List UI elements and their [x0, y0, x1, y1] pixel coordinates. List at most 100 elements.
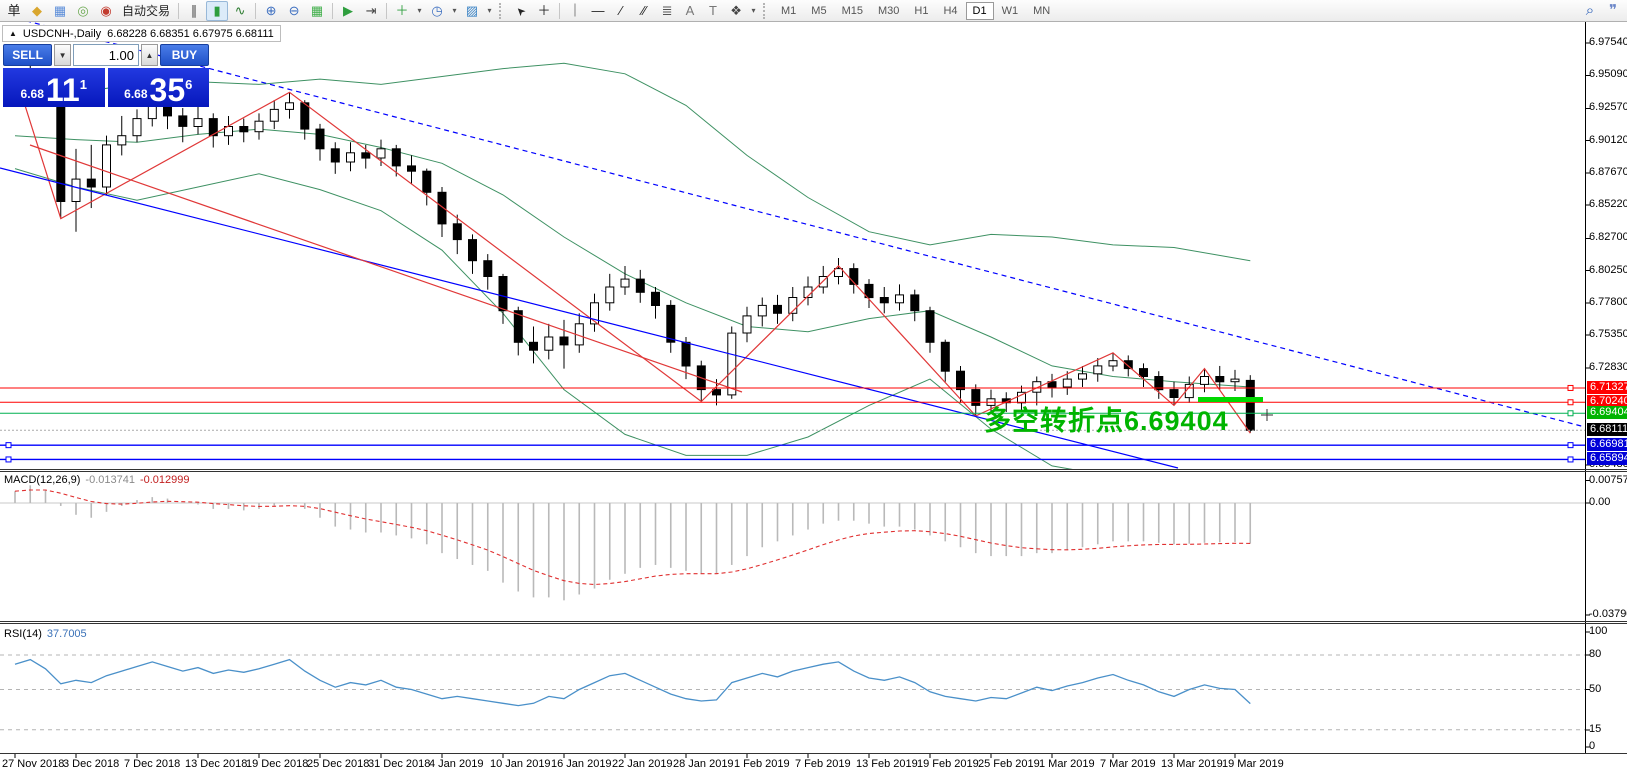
- candle: [377, 149, 385, 158]
- candle: [667, 305, 675, 342]
- price-level-label: 6.69404: [1587, 406, 1627, 419]
- chart-shift-icon[interactable]: ⇥: [360, 1, 382, 21]
- candle: [545, 337, 553, 350]
- vertical-line-icon[interactable]: ｜: [564, 1, 586, 21]
- date-axis-label: 28 Jan 2019: [673, 758, 734, 770]
- one-click-trading-panel: SELL ▼ ▲ BUY 6.68 11 1 6.68 35 6: [3, 44, 209, 107]
- sell-price-box[interactable]: 6.68 11 1: [3, 68, 105, 107]
- candle: [87, 179, 95, 187]
- macd-main-value: -0.013741: [85, 474, 135, 486]
- text-icon[interactable]: A: [679, 1, 701, 21]
- line-handle[interactable]: [1568, 457, 1573, 462]
- rsi-axis-label: 15: [1589, 723, 1627, 736]
- timeframe-h4[interactable]: H4: [936, 2, 964, 20]
- collapse-trade-panel-icon[interactable]: ▲: [9, 29, 17, 38]
- price-axis-label: 6.95090: [1589, 68, 1627, 81]
- candle: [560, 337, 568, 345]
- candle: [484, 261, 492, 277]
- trendline-icon[interactable]: ∕: [610, 1, 632, 21]
- timeframe-m5[interactable]: M5: [804, 2, 833, 20]
- sell-price-big: 11: [46, 75, 80, 105]
- timeframe-h1[interactable]: H1: [907, 2, 935, 20]
- candle: [133, 119, 141, 136]
- new-order-icon[interactable]: 单: [3, 1, 25, 21]
- text-label-icon[interactable]: T: [702, 1, 724, 21]
- shapes-dropdown-icon[interactable]: ▾: [748, 1, 759, 21]
- horizontal-line-icon[interactable]: —: [587, 1, 609, 21]
- line-handle[interactable]: [6, 443, 11, 448]
- globe-icon[interactable]: ◉: [95, 1, 117, 21]
- sell-button[interactable]: SELL: [3, 44, 52, 66]
- signals-icon[interactable]: ◎: [72, 1, 94, 21]
- volume-input[interactable]: [73, 44, 139, 66]
- search-icon[interactable]: ⌕: [1579, 1, 1601, 21]
- chart-window-icon[interactable]: ▦: [49, 1, 71, 21]
- indicators-icon[interactable]: ＋: [391, 1, 413, 21]
- autotrading-button[interactable]: 自动交易: [118, 1, 174, 21]
- main-price-pane[interactable]: [0, 14, 1585, 479]
- periods-icon[interactable]: ◷: [426, 1, 448, 21]
- line-handle[interactable]: [1568, 400, 1573, 405]
- candle: [1231, 379, 1239, 382]
- timeframe-m1[interactable]: M1: [774, 2, 803, 20]
- line-handle[interactable]: [1568, 385, 1573, 390]
- templates-icon[interactable]: ▨: [461, 1, 483, 21]
- fibonacci-icon[interactable]: ≣: [656, 1, 678, 21]
- toolbar-grip[interactable]: [499, 3, 504, 19]
- toolbar-separator: [332, 3, 333, 19]
- price-axis-label: 6.85220: [1589, 198, 1627, 211]
- price-axis-label: 6.80250: [1589, 264, 1627, 277]
- shapes-icon[interactable]: ❖: [725, 1, 747, 21]
- buy-button[interactable]: BUY: [160, 44, 209, 66]
- candle: [1140, 369, 1148, 377]
- zoom-in-icon[interactable]: ⊕: [260, 1, 282, 21]
- macd-pane[interactable]: [0, 485, 1585, 600]
- templates-dropdown-icon[interactable]: ▾: [484, 1, 495, 21]
- price-axis-label: 6.97540: [1589, 36, 1627, 49]
- chat-icon[interactable]: ❞: [1602, 1, 1624, 21]
- zoom-out-icon[interactable]: ⊖: [283, 1, 305, 21]
- timeframe-m30[interactable]: M30: [871, 2, 906, 20]
- candle: [1094, 366, 1102, 374]
- periods-dropdown-icon[interactable]: ▾: [449, 1, 460, 21]
- candle: [286, 103, 294, 110]
- gold-bar-icon[interactable]: ◆: [26, 1, 48, 21]
- volume-increase-button[interactable]: ▲: [141, 44, 158, 66]
- chart-plot-area[interactable]: [0, 0, 1627, 773]
- date-axis-label: 19 Dec 2018: [246, 758, 308, 770]
- candle: [469, 240, 477, 261]
- candle: [880, 298, 888, 303]
- price-axis-label: 6.77800: [1589, 296, 1627, 309]
- candle: [118, 136, 126, 145]
- date-axis-label: 25 Dec 2018: [307, 758, 369, 770]
- indicators-dropdown-icon[interactable]: ▾: [414, 1, 425, 21]
- candle: [1170, 390, 1178, 398]
- rsi-pane[interactable]: [0, 655, 1585, 730]
- line-chart-type-icon[interactable]: ∿: [229, 1, 251, 21]
- toolbar-separator: [255, 3, 256, 19]
- line-handle[interactable]: [1568, 443, 1573, 448]
- buy-price-box[interactable]: 6.68 35 6: [108, 68, 210, 107]
- timeframe-mn[interactable]: MN: [1026, 2, 1057, 20]
- volume-decrease-button[interactable]: ▼: [54, 44, 71, 66]
- candle-chart-type-icon[interactable]: ▮: [206, 1, 228, 21]
- candle: [1109, 361, 1117, 366]
- auto-scroll-icon[interactable]: ▶: [337, 1, 359, 21]
- toolbar-grip[interactable]: [763, 3, 768, 19]
- line-handle[interactable]: [1568, 411, 1573, 416]
- crosshair-icon[interactable]: ＋: [533, 1, 555, 21]
- candle: [438, 192, 446, 224]
- timeframe-m15[interactable]: M15: [835, 2, 870, 20]
- equidistant-channel-icon[interactable]: ∕∕: [633, 1, 655, 21]
- macd-axis-label: 0.00: [1589, 496, 1627, 509]
- candle: [606, 287, 614, 303]
- timeframe-d1[interactable]: D1: [966, 2, 994, 20]
- bar-chart-type-icon[interactable]: ∥: [183, 1, 205, 21]
- line-handle[interactable]: [6, 457, 11, 462]
- rsi-axis-label: 50: [1589, 683, 1627, 696]
- candle: [1079, 374, 1087, 379]
- timeframe-w1[interactable]: W1: [995, 2, 1026, 20]
- cursor-icon[interactable]: ➤: [506, 0, 536, 25]
- date-axis-label: 4 Jan 2019: [429, 758, 483, 770]
- tile-windows-icon[interactable]: ▦: [306, 1, 328, 21]
